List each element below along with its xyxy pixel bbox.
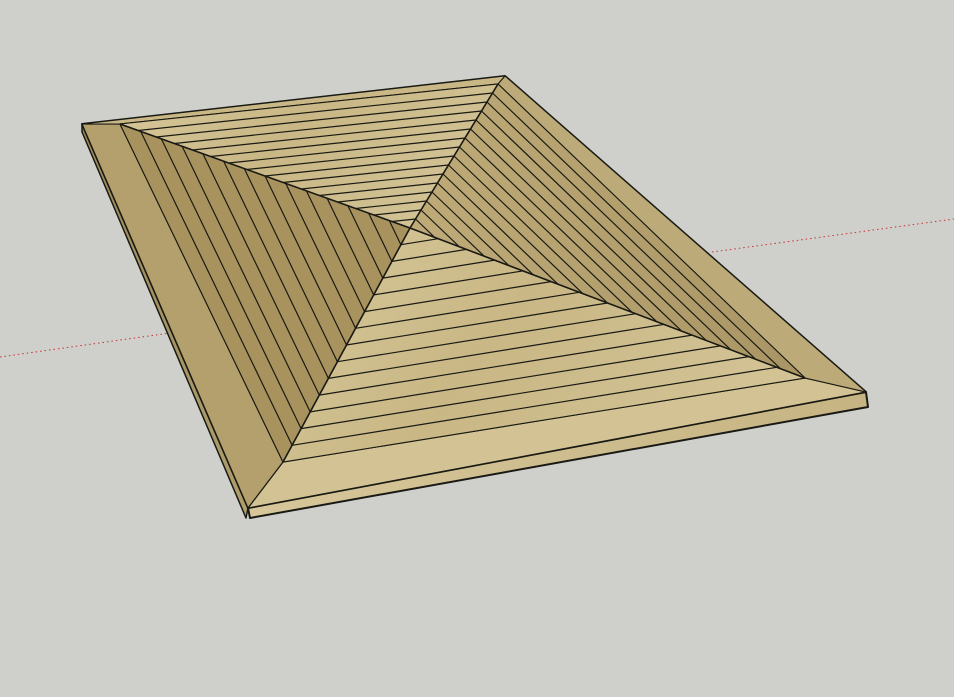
3d-scene-canvas[interactable] — [0, 0, 954, 697]
wood-panel-model[interactable] — [81, 75, 869, 519]
red-axis-right — [711, 218, 954, 253]
modeling-viewport[interactable] — [0, 0, 954, 697]
red-axis-left — [0, 332, 171, 358]
